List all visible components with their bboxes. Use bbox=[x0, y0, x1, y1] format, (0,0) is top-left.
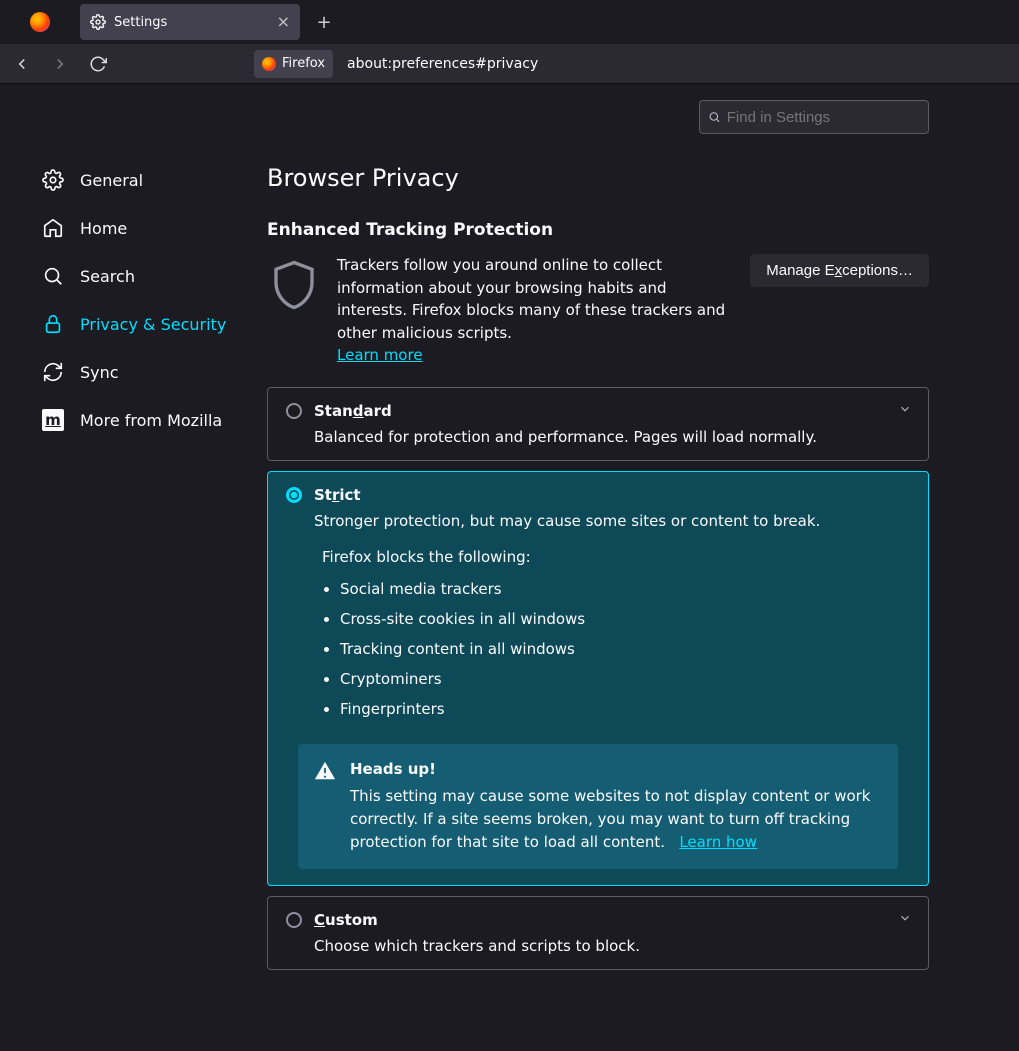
lock-icon bbox=[42, 313, 64, 335]
new-tab-button[interactable]: + bbox=[308, 6, 340, 38]
sidebar-item-privacy[interactable]: Privacy & Security bbox=[42, 300, 245, 348]
back-button[interactable] bbox=[10, 52, 34, 76]
firefox-logo-icon bbox=[8, 12, 72, 32]
tab-title: Settings bbox=[114, 15, 269, 30]
etp-description: Trackers follow you around online to col… bbox=[337, 254, 734, 344]
sidebar-label: General bbox=[80, 171, 143, 190]
radio-strict[interactable] bbox=[286, 487, 302, 503]
main-content: Browser Privacy Enhanced Tracking Protec… bbox=[245, 84, 1019, 1051]
url-text: about:preferences#privacy bbox=[347, 56, 538, 72]
sidebar-item-home[interactable]: Home bbox=[42, 204, 245, 252]
tab-bar: Settings × + bbox=[0, 0, 1019, 44]
reload-button[interactable] bbox=[86, 52, 110, 76]
identity-label: Firefox bbox=[282, 56, 325, 71]
gear-icon bbox=[42, 169, 64, 191]
url-bar[interactable]: Firefox about:preferences#privacy bbox=[254, 49, 538, 79]
option-title: Standard bbox=[314, 402, 392, 420]
shield-icon bbox=[267, 258, 321, 312]
identity-badge[interactable]: Firefox bbox=[254, 50, 333, 78]
etp-option-strict[interactable]: Strict Stronger protection, but may caus… bbox=[267, 471, 929, 886]
blocks-item: Social media trackers bbox=[340, 574, 910, 604]
option-title: Custom bbox=[314, 911, 378, 929]
option-desc: Balanced for protection and performance.… bbox=[314, 428, 910, 446]
radio-custom[interactable] bbox=[286, 912, 302, 928]
option-desc: Choose which trackers and scripts to blo… bbox=[314, 937, 910, 955]
browser-tab[interactable]: Settings × bbox=[80, 4, 300, 40]
etp-option-standard[interactable]: Standard Balanced for protection and per… bbox=[267, 387, 929, 461]
sidebar-label: Search bbox=[80, 267, 135, 286]
home-icon bbox=[42, 217, 64, 239]
etp-option-custom[interactable]: Custom Choose which trackers and scripts… bbox=[267, 896, 929, 970]
option-desc: Stronger protection, but may cause some … bbox=[314, 512, 910, 530]
sidebar-label: Home bbox=[80, 219, 127, 238]
sidebar: General Home Search Privacy & Security S… bbox=[0, 84, 245, 1051]
chevron-down-icon[interactable] bbox=[898, 402, 912, 416]
headsup-banner: Heads up! This setting may cause some we… bbox=[298, 744, 898, 869]
page-title: Browser Privacy bbox=[267, 164, 929, 192]
blocks-item: Fingerprinters bbox=[340, 694, 910, 724]
sidebar-item-more-from-mozilla[interactable]: m More from Mozilla bbox=[42, 396, 245, 444]
search-icon bbox=[42, 265, 64, 287]
blocks-item: Cross-site cookies in all windows bbox=[340, 604, 910, 634]
firefox-mini-icon bbox=[262, 57, 276, 71]
sidebar-item-general[interactable]: General bbox=[42, 156, 245, 204]
toolbar: Firefox about:preferences#privacy bbox=[0, 44, 1019, 84]
gear-icon bbox=[90, 14, 106, 30]
search-icon bbox=[708, 110, 721, 124]
blocks-list: Social media trackers Cross-site cookies… bbox=[340, 574, 910, 724]
search-settings[interactable] bbox=[699, 100, 929, 134]
sidebar-label: More from Mozilla bbox=[80, 411, 222, 430]
radio-standard[interactable] bbox=[286, 403, 302, 419]
sidebar-item-search[interactable]: Search bbox=[42, 252, 245, 300]
blocks-item: Tracking content in all windows bbox=[340, 634, 910, 664]
learn-how-link[interactable]: Learn how bbox=[679, 833, 757, 851]
blocks-heading: Firefox blocks the following: bbox=[322, 548, 910, 566]
learn-more-link[interactable]: Learn more bbox=[337, 346, 423, 364]
headsup-text: This setting may cause some websites to … bbox=[350, 787, 871, 852]
section-heading: Enhanced Tracking Protection bbox=[267, 220, 929, 240]
mozilla-icon: m bbox=[42, 409, 64, 431]
blocks-item: Cryptominers bbox=[340, 664, 910, 694]
sidebar-label: Privacy & Security bbox=[80, 315, 226, 334]
option-title: Strict bbox=[314, 486, 361, 504]
sync-icon bbox=[42, 361, 64, 383]
close-icon[interactable]: × bbox=[277, 14, 290, 30]
sidebar-label: Sync bbox=[80, 363, 119, 382]
warning-icon bbox=[314, 760, 336, 782]
forward-button[interactable] bbox=[48, 52, 72, 76]
search-input[interactable] bbox=[727, 109, 920, 126]
sidebar-item-sync[interactable]: Sync bbox=[42, 348, 245, 396]
headsup-title: Heads up! bbox=[350, 758, 882, 781]
manage-exceptions-button[interactable]: Manage Exceptions… bbox=[750, 254, 929, 287]
chevron-down-icon[interactable] bbox=[898, 911, 912, 925]
